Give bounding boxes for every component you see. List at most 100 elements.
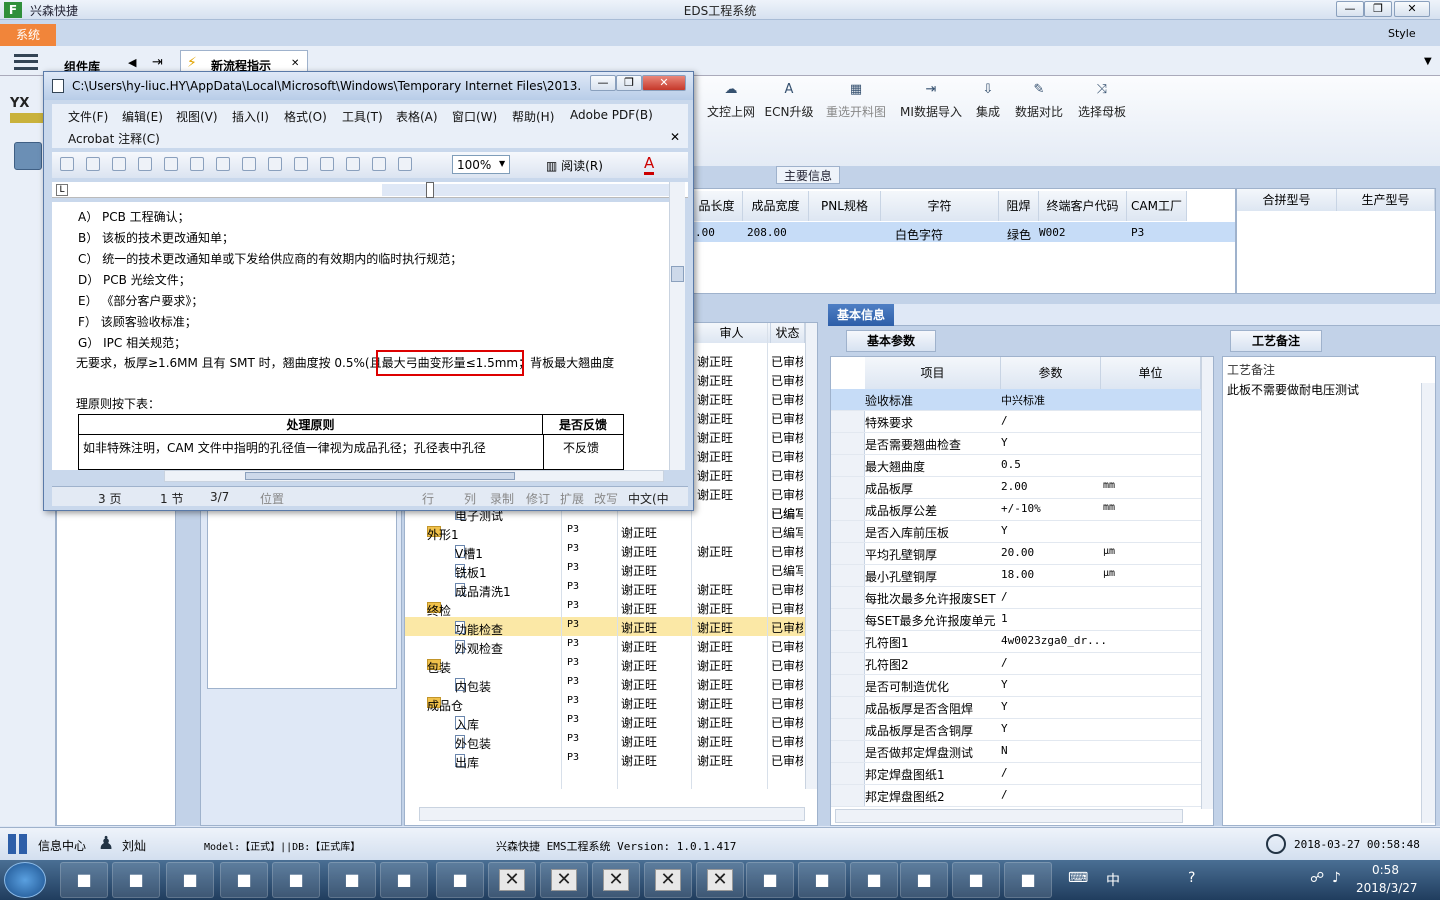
word-maximize-button[interactable]: ❐: [616, 75, 642, 91]
doc-vscroll[interactable]: [669, 182, 685, 470]
ruler-indent-marker[interactable]: [426, 182, 434, 198]
word-task-button[interactable]: ■: [328, 862, 376, 898]
word-menu-7[interactable]: 窗口(W): [452, 108, 497, 125]
xls-task-3-button[interactable]: ■: [952, 862, 1000, 898]
tree-hscroll[interactable]: [419, 807, 805, 821]
tab-craft-notes[interactable]: 工艺备注: [1230, 330, 1322, 352]
tree-row[interactable]: 外形1 P3 谢正旺 已编写: [405, 522, 805, 542]
ribbon-button-1[interactable]: A ECN升级: [762, 82, 816, 120]
doc-hscroll-thumb[interactable]: [245, 472, 515, 480]
main-col-5[interactable]: 终端客户代码: [1039, 191, 1127, 221]
doc-vscroll-thumb[interactable]: [671, 266, 684, 282]
word-menu-2[interactable]: 视图(V): [176, 108, 218, 125]
research-icon[interactable]: [242, 157, 256, 171]
param-row[interactable]: 成品板厚 2.00 mm: [831, 477, 1201, 499]
undo-icon[interactable]: [346, 157, 360, 171]
word-menu-4[interactable]: 格式(O): [284, 108, 327, 125]
param-row[interactable]: 验收标准 中兴标准: [831, 389, 1201, 411]
word-minimize-button[interactable]: —: [590, 75, 616, 91]
param-row[interactable]: 每批次最多允许报废SET /: [831, 587, 1201, 609]
col-reviewer[interactable]: 审人: [693, 323, 771, 343]
font-color-icon[interactable]: A: [644, 154, 655, 175]
volume-icon[interactable]: ♪: [1332, 870, 1341, 886]
ribbon-button-0[interactable]: ☁ 文控上网: [700, 82, 762, 120]
tree-row[interactable]: 终检 P3 谢正旺 谢正旺 已审核: [405, 598, 805, 618]
word-menubar-close-icon[interactable]: ✕: [670, 130, 680, 144]
basic-info-tab[interactable]: 基本信息: [828, 304, 894, 326]
craft-notes-vscroll[interactable]: [1421, 383, 1435, 823]
paste-icon[interactable]: [320, 157, 334, 171]
pdf-task-button[interactable]: ■: [798, 862, 846, 898]
param-row[interactable]: 平均孔壁铜厚 20.00 μm: [831, 543, 1201, 565]
chevron-down-icon[interactable]: ▼: [1424, 56, 1432, 67]
app-task-button[interactable]: ■: [220, 862, 268, 898]
tree-row[interactable]: 成品清洗1 P3 谢正旺 谢正旺 已审核: [405, 579, 805, 599]
excel-task-5-button[interactable]: ✕: [696, 862, 744, 898]
ribbon-button-4[interactable]: ⇩ 集成: [968, 82, 1008, 120]
info-center[interactable]: 信息中心: [38, 837, 86, 854]
param-row[interactable]: 邦定焊盘图纸1 /: [831, 763, 1201, 785]
tree-row[interactable]: 外包装 P3 谢正旺 谢正旺 已审核: [405, 731, 805, 751]
tab-close-icon[interactable]: ✕: [291, 58, 299, 69]
xls-task-button[interactable]: ■: [850, 862, 898, 898]
word-menu-3[interactable]: 插入(I): [232, 108, 269, 125]
print-preview-icon[interactable]: [190, 157, 204, 171]
tree-row[interactable]: 外观检查 P3 谢正旺 谢正旺 已审核: [405, 636, 805, 656]
ribbon-button-5[interactable]: ✎ 数据对比: [1010, 82, 1068, 120]
tab-system[interactable]: 系统: [0, 24, 56, 46]
col-status[interactable]: 状态: [771, 323, 805, 343]
param-row[interactable]: 成品板厚是否含铜厚 Y: [831, 719, 1201, 741]
open-icon[interactable]: [86, 157, 100, 171]
word-menu-6[interactable]: 表格(A): [396, 108, 438, 125]
chrome-task-button[interactable]: ■: [60, 862, 108, 898]
eye-task-2-button[interactable]: ■: [746, 862, 794, 898]
copy-icon[interactable]: [294, 157, 308, 171]
main-info-tab[interactable]: 主要信息: [776, 166, 840, 184]
excel-task-3-button[interactable]: ✕: [592, 862, 640, 898]
save-task-button[interactable]: ■: [112, 862, 160, 898]
params-vscroll[interactable]: [1201, 357, 1213, 809]
minimize-button[interactable]: —: [1336, 1, 1364, 17]
main-col-3[interactable]: 字符: [881, 191, 999, 221]
col-param[interactable]: 参数: [1001, 357, 1101, 389]
eye-task-button[interactable]: ■: [436, 862, 484, 898]
xls-task-2-button[interactable]: ■: [900, 862, 948, 898]
word-menu-1[interactable]: 编辑(E): [122, 108, 163, 125]
main-col-6[interactable]: CAM工厂: [1127, 191, 1187, 221]
excel-task-2-button[interactable]: ✕: [540, 862, 588, 898]
params-hscroll[interactable]: [835, 809, 1183, 823]
param-row[interactable]: 邦定焊盘图纸2 /: [831, 785, 1201, 807]
param-row[interactable]: 是否需要翘曲检查 Y: [831, 433, 1201, 455]
save-icon[interactable]: [112, 157, 126, 171]
zoom-select[interactable]: 100% ▼: [452, 155, 510, 174]
menu-icon[interactable]: [14, 54, 38, 70]
word-menu-5[interactable]: 工具(T): [342, 108, 383, 125]
taskbar-date[interactable]: 2018/3/27: [1356, 881, 1418, 895]
calculator-icon[interactable]: [14, 142, 42, 170]
word-task-2-button[interactable]: ■: [380, 862, 428, 898]
col-merge-model[interactable]: 合拼型号: [1237, 189, 1337, 211]
excel-task-4-button[interactable]: ✕: [644, 862, 692, 898]
doc-hscroll[interactable]: [164, 470, 664, 482]
spell-icon[interactable]: [216, 157, 230, 171]
param-row[interactable]: 成品板厚是否含阻焊 Y: [831, 697, 1201, 719]
new-icon[interactable]: [60, 157, 74, 171]
tree-row[interactable]: 功能检查 P3 谢正旺 谢正旺 已审核: [405, 617, 805, 637]
word-menu-acrobat[interactable]: Acrobat 注释(C): [68, 130, 160, 147]
main-col-4[interactable]: 阻焊: [999, 191, 1039, 221]
word-close-button[interactable]: ✕: [642, 75, 686, 91]
nav-forward-icon[interactable]: ⇥: [152, 55, 163, 70]
network-icon[interactable]: ☍: [1310, 870, 1324, 886]
tree-row[interactable]: 内包装 P3 谢正旺 谢正旺 已审核: [405, 674, 805, 694]
tree-row[interactable]: 包装 P3 谢正旺 谢正旺 已审核: [405, 655, 805, 675]
tree-row[interactable]: 入库 P3 谢正旺 谢正旺 已审核: [405, 712, 805, 732]
tab-basic-params[interactable]: 基本参数: [846, 330, 936, 352]
tree-row[interactable]: V槽1 P3 谢正旺 谢正旺 已审核: [405, 541, 805, 561]
tree-row[interactable]: 成品仓 P3 谢正旺 谢正旺 已审核: [405, 693, 805, 713]
table-icon[interactable]: [398, 157, 412, 171]
shell-task-button[interactable]: ■: [272, 862, 320, 898]
main-col-0[interactable]: 品长度: [691, 191, 743, 221]
word-menu-0[interactable]: 文件(F): [68, 108, 108, 125]
ime-label[interactable]: 中: [1106, 870, 1120, 890]
param-row[interactable]: 孔符图2 /: [831, 653, 1201, 675]
